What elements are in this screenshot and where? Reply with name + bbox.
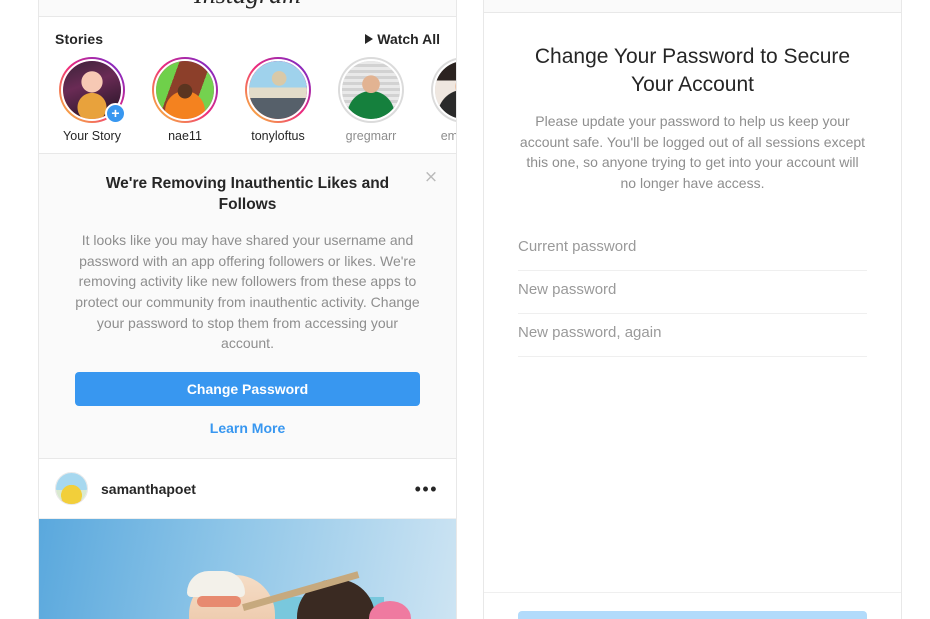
story-ring-seen	[431, 57, 456, 123]
new-password-field[interactable]	[518, 271, 867, 314]
story-item-your-story[interactable]: + Your Story	[53, 57, 131, 143]
story-avatar	[340, 59, 402, 121]
notice-body: It looks like you may have shared your u…	[75, 231, 420, 352]
panel-top-strip	[484, 0, 901, 13]
story-label: emilie.ta	[440, 129, 456, 143]
story-item-tonyloftus[interactable]: tonyloftus	[239, 57, 317, 143]
story-item-emilie[interactable]: emilie.ta	[425, 57, 456, 143]
play-triangle-icon	[365, 34, 374, 44]
confirm-password-input[interactable]	[518, 323, 867, 341]
submit-password-button[interactable]	[518, 611, 867, 619]
watch-all-button[interactable]: Watch All	[365, 31, 440, 47]
avatar-image	[249, 61, 307, 119]
page-title: Change Your Password to Secure Your Acco…	[534, 45, 851, 96]
story-item-nae11[interactable]: nae11	[146, 57, 224, 143]
page-subtitle: Please update your password to help us k…	[519, 112, 866, 191]
story-label: nae11	[168, 129, 202, 143]
story-ring-unseen	[245, 57, 311, 123]
notice-title: We're Removing Inauthentic Likes and Fol…	[105, 175, 390, 213]
instagram-logo-icon: Instagram	[39, 0, 456, 10]
add-story-plus-icon[interactable]: +	[105, 103, 126, 124]
avatar-image	[156, 61, 214, 119]
photo-hat-shape	[187, 571, 245, 598]
current-password-input[interactable]	[518, 237, 867, 255]
stories-header: Stories Watch All	[39, 31, 456, 57]
change-password-button[interactable]: Change Password	[75, 372, 420, 407]
close-icon[interactable]: ×	[420, 166, 442, 188]
avatar-image	[435, 61, 456, 119]
post-photo[interactable]	[39, 519, 456, 619]
change-password-card: Change Your Password to Secure Your Acco…	[484, 13, 901, 593]
change-password-footer	[484, 593, 901, 619]
inauthentic-activity-notice: × We're Removing Inauthentic Likes and F…	[39, 154, 456, 460]
photo-sunglasses-shape	[197, 596, 241, 608]
instagram-feed-panel: Instagram Stories Watch All +	[38, 0, 457, 619]
story-ring-seen	[338, 57, 404, 123]
stories-title: Stories	[55, 31, 104, 47]
learn-more-link[interactable]: Learn More	[75, 420, 420, 436]
stories-tray: Stories Watch All + Your Story nae11 ton…	[39, 17, 456, 154]
story-ring-unseen: +	[59, 57, 126, 124]
story-avatar	[154, 59, 216, 121]
story-avatar	[433, 59, 456, 121]
avatar[interactable]	[55, 472, 88, 506]
avatar-image	[342, 61, 400, 119]
avatar-image	[56, 473, 87, 505]
story-label: tonyloftus	[251, 129, 305, 143]
stories-list[interactable]: + Your Story nae11 tonyloftus gregmarr e	[39, 57, 456, 143]
app-logo-strip: Instagram	[39, 0, 456, 17]
screen-root: Instagram Stories Watch All +	[0, 0, 930, 619]
watch-all-label: Watch All	[377, 31, 440, 47]
story-label: gregmarr	[345, 129, 397, 143]
story-label: Your Story	[63, 129, 121, 143]
post-header: samanthapoet •••	[39, 459, 456, 520]
post-username[interactable]: samanthapoet	[101, 481, 415, 497]
current-password-field[interactable]	[518, 228, 867, 271]
new-password-input[interactable]	[518, 280, 867, 298]
story-ring-unseen	[152, 57, 218, 123]
change-password-panel: Change Your Password to Secure Your Acco…	[483, 0, 902, 619]
story-avatar	[247, 59, 309, 121]
story-item-gregmarr[interactable]: gregmarr	[332, 57, 410, 143]
confirm-password-field[interactable]	[518, 314, 867, 357]
more-options-icon[interactable]: •••	[415, 480, 440, 498]
